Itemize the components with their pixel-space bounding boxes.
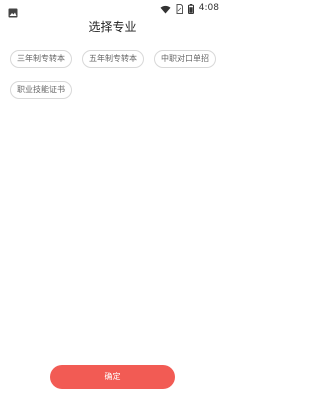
status-bar: 4:08 (0, 0, 225, 18)
wifi-icon (160, 0, 171, 18)
status-icons: 4:08 (160, 2, 219, 14)
tag-three-year[interactable]: 三年制专转本 (10, 50, 72, 68)
status-time: 4:08 (198, 3, 219, 13)
confirm-button[interactable]: 确定 (50, 365, 175, 389)
sim-icon (176, 0, 183, 18)
image-icon (8, 3, 18, 18)
tag-vocational-exam[interactable]: 中职对口单招 (154, 50, 216, 68)
page-title: 选择专业 (88, 20, 137, 34)
tag-skills-certificate[interactable]: 职业技能证书 (10, 81, 72, 99)
battery-icon (187, 0, 194, 18)
tag-five-year[interactable]: 五年制专转本 (82, 50, 144, 68)
